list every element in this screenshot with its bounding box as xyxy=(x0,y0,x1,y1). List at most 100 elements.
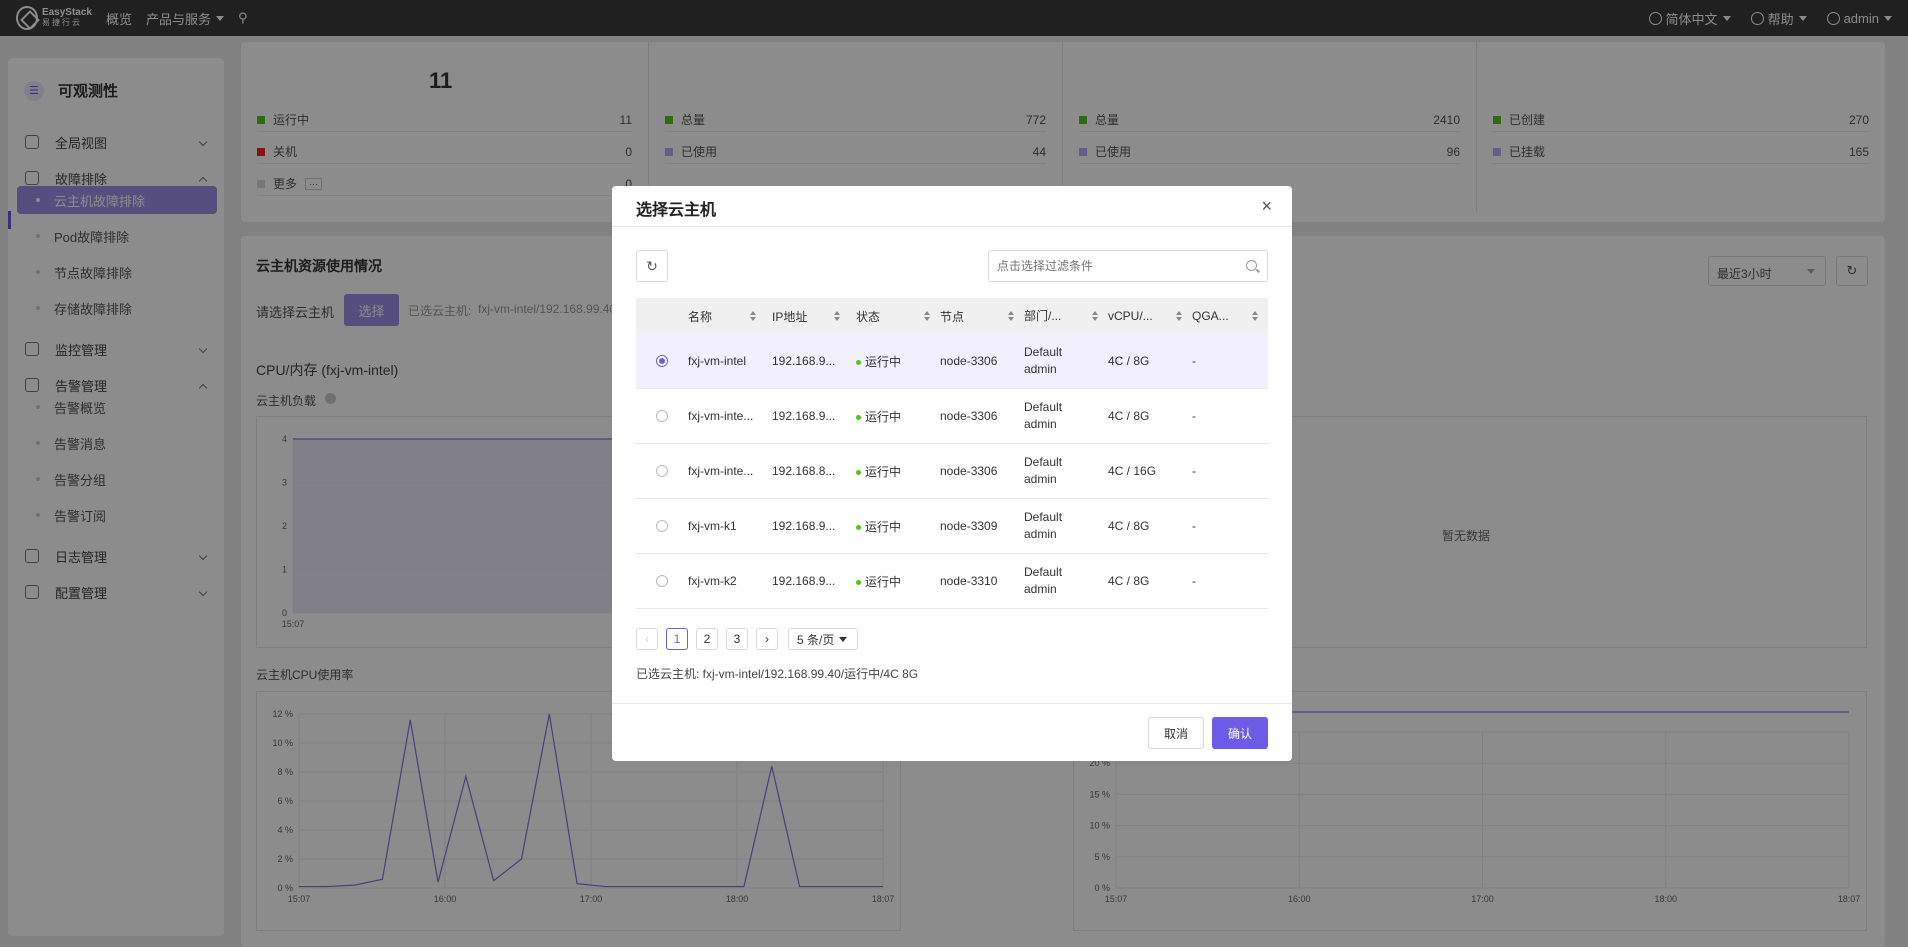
cell-status: 运行中 xyxy=(856,518,940,535)
cell-node: node-3309 xyxy=(940,519,998,533)
cell-name: fxj-vm-inte... xyxy=(688,409,754,423)
cell-ip: 192.168.8... xyxy=(772,464,836,478)
cell-qga: - xyxy=(1192,574,1196,588)
cell-dept: Default admin xyxy=(1024,399,1108,433)
status-dot xyxy=(856,524,861,530)
col-node[interactable]: 节点 xyxy=(940,308,1024,325)
status-dot xyxy=(856,414,861,420)
col-label: 节点 xyxy=(940,309,965,324)
cell-status: 运行中 xyxy=(856,463,940,480)
cell-dept: Default admin xyxy=(1024,564,1108,598)
table-row[interactable]: fxj-vm-inte... 192.168.9... 运行中 node-330… xyxy=(636,389,1268,444)
row-radio[interactable] xyxy=(656,575,668,587)
col-status[interactable]: 状态 xyxy=(856,308,940,325)
dept-line: admin xyxy=(1024,582,1057,596)
cell-node: node-3306 xyxy=(940,354,998,368)
status-dot xyxy=(856,579,861,585)
cell-name: fxj-vm-k2 xyxy=(688,574,737,588)
page-size-label: 5 条/页 xyxy=(797,632,835,647)
search-icon[interactable] xyxy=(1246,260,1257,271)
vm-table: 名称 IP地址 状态 节点 部门/... vCPU/... QGA... fxj… xyxy=(636,298,1268,609)
chevron-down-icon xyxy=(839,636,848,642)
row-radio[interactable] xyxy=(656,465,668,477)
sort-icon xyxy=(1008,311,1014,321)
col-label: IP地址 xyxy=(772,309,808,324)
cell-ip: 192.168.9... xyxy=(772,409,836,423)
table-row[interactable]: fxj-vm-inte... 192.168.8... 运行中 node-330… xyxy=(636,444,1268,499)
prev-page-button[interactable]: ‹ xyxy=(636,628,658,650)
pagination: ‹ 1 2 3 › 5 条/页 xyxy=(636,628,858,650)
col-name[interactable]: 名称 xyxy=(688,308,772,325)
row-radio[interactable] xyxy=(656,520,668,532)
dept-line: Default xyxy=(1024,565,1063,579)
refresh-icon[interactable]: ↻ xyxy=(636,250,668,282)
cell-vcpu: 4C / 16G xyxy=(1108,464,1157,478)
col-label: 部门/... xyxy=(1024,308,1062,323)
col-label: vCPU/... xyxy=(1108,309,1153,323)
cell-qga: - xyxy=(1192,354,1196,368)
page-1-button[interactable]: 1 xyxy=(666,628,688,650)
sort-icon xyxy=(924,311,930,321)
filter-input[interactable] xyxy=(988,250,1268,282)
cell-dept: Default admin xyxy=(1024,454,1108,488)
cell-node: node-3306 xyxy=(940,409,998,423)
cell-status: 运行中 xyxy=(856,573,940,590)
dept-line: Default xyxy=(1024,400,1063,414)
dialog-footer-divider xyxy=(612,703,1292,704)
cell-dept: Default admin xyxy=(1024,344,1108,378)
cell-qga: - xyxy=(1192,519,1196,533)
table-header: 名称 IP地址 状态 节点 部门/... vCPU/... QGA... xyxy=(636,298,1268,334)
dept-line: Default xyxy=(1024,455,1063,469)
page-3-button[interactable]: 3 xyxy=(726,628,748,650)
page-size-select[interactable]: 5 条/页 xyxy=(788,628,858,650)
page-2-button[interactable]: 2 xyxy=(696,628,718,650)
dept-line: Default xyxy=(1024,345,1063,359)
sort-icon xyxy=(1176,311,1182,321)
sort-icon xyxy=(750,311,756,321)
cell-ip: 192.168.9... xyxy=(772,354,836,368)
cell-vcpu: 4C / 8G xyxy=(1108,354,1150,368)
select-vm-dialog: 选择云主机 × ↻ 名称 IP地址 状态 节点 部门/... vCPU/... … xyxy=(612,186,1292,761)
col-dept[interactable]: 部门/... xyxy=(1024,308,1108,325)
status-text: 运行中 xyxy=(865,574,902,589)
cell-vcpu: 4C / 8G xyxy=(1108,409,1150,423)
col-vcpu[interactable]: vCPU/... xyxy=(1108,309,1192,323)
status-text: 运行中 xyxy=(865,409,902,424)
dept-line: admin xyxy=(1024,417,1057,431)
sort-icon xyxy=(1092,311,1098,321)
close-icon[interactable]: × xyxy=(1261,196,1272,217)
status-text: 运行中 xyxy=(865,464,902,479)
cell-node: node-3310 xyxy=(940,574,998,588)
sort-icon xyxy=(834,311,840,321)
selected-vm-summary: 已选云主机: fxj-vm-intel/192.168.99.40/运行中/4C… xyxy=(636,667,919,681)
sort-icon xyxy=(1252,311,1258,321)
table-row[interactable]: fxj-vm-k1 192.168.9... 运行中 node-3309 Def… xyxy=(636,499,1268,554)
status-dot xyxy=(856,359,861,365)
cancel-button[interactable]: 取消 xyxy=(1148,717,1204,749)
dialog-title: 选择云主机 xyxy=(636,202,717,219)
table-row[interactable]: fxj-vm-intel 192.168.9... 运行中 node-3306 … xyxy=(636,334,1268,389)
cell-ip: 192.168.9... xyxy=(772,574,836,588)
col-label: 状态 xyxy=(856,309,881,324)
col-label: 名称 xyxy=(688,309,713,324)
col-ip[interactable]: IP地址 xyxy=(772,308,856,325)
next-page-button[interactable]: › xyxy=(756,628,778,650)
cell-name: fxj-vm-k1 xyxy=(688,519,737,533)
cell-name: fxj-vm-inte... xyxy=(688,464,754,478)
cell-name: fxj-vm-intel xyxy=(688,354,747,368)
cell-node: node-3306 xyxy=(940,464,998,478)
dept-line: Default xyxy=(1024,510,1063,524)
status-dot xyxy=(856,469,861,475)
dept-line: admin xyxy=(1024,472,1057,486)
cell-qga: - xyxy=(1192,464,1196,478)
confirm-button[interactable]: 确认 xyxy=(1212,717,1268,749)
status-text: 运行中 xyxy=(865,354,902,369)
table-row[interactable]: fxj-vm-k2 192.168.9... 运行中 node-3310 Def… xyxy=(636,554,1268,609)
cell-qga: - xyxy=(1192,409,1196,423)
cell-vcpu: 4C / 8G xyxy=(1108,519,1150,533)
row-radio[interactable] xyxy=(656,410,668,422)
row-radio[interactable] xyxy=(656,355,668,367)
cell-ip: 192.168.9... xyxy=(772,519,836,533)
col-qga[interactable]: QGA... xyxy=(1192,309,1268,323)
cell-status: 运行中 xyxy=(856,408,940,425)
